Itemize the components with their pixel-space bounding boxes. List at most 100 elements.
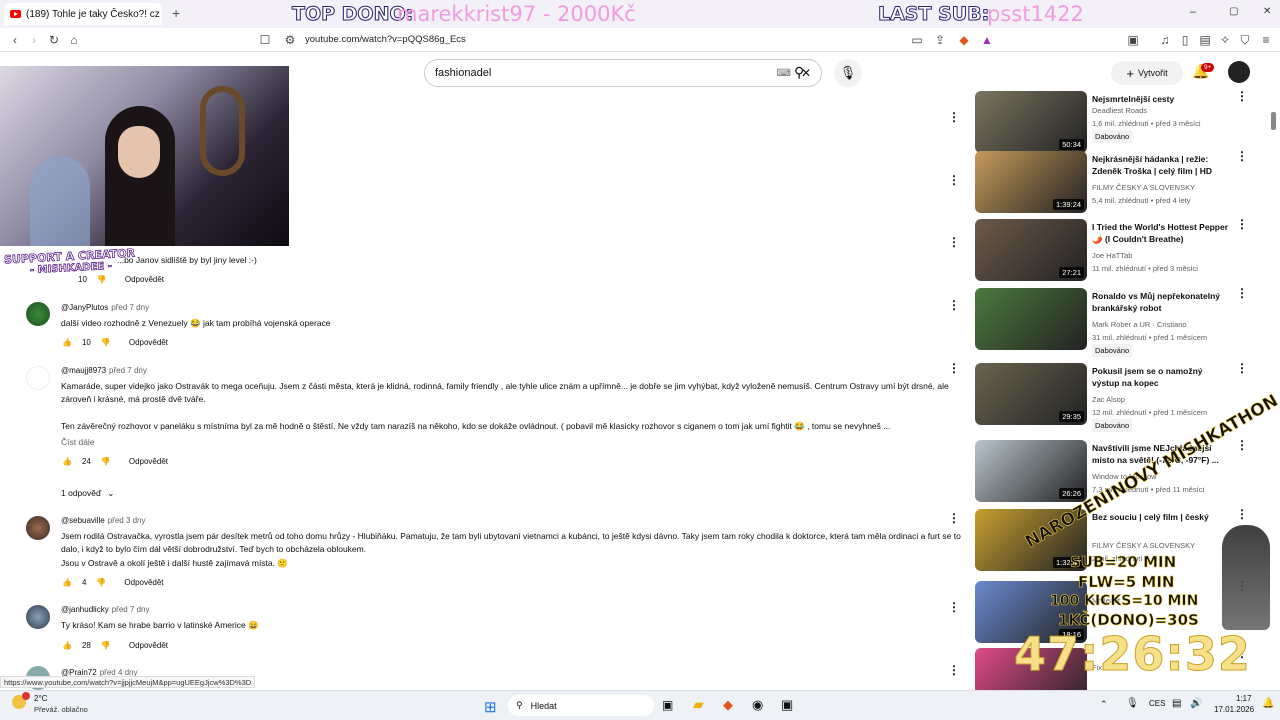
task-view-icon[interactable]: ▣ xyxy=(662,698,673,712)
comment-menu-icon[interactable]: ⋮ xyxy=(948,664,960,676)
video-thumbnail[interactable]: 26:26 xyxy=(975,440,1087,502)
comment-menu-icon[interactable]: ⋮ xyxy=(948,601,960,613)
video-title[interactable]: I Tried the World's Hottest Pepper 🌶️ (I… xyxy=(1092,221,1228,245)
video-menu-icon[interactable]: ⋮ xyxy=(1236,218,1248,230)
search-icon[interactable]: ⚲ xyxy=(794,64,804,81)
minimize-button[interactable]: – xyxy=(1190,6,1196,18)
video-thumbnail[interactable]: 29:35 xyxy=(975,363,1087,425)
comment-text-paragraph: Jsou v Ostravě a okolí ještě i další hus… xyxy=(61,558,288,568)
video-channel[interactable]: Joe HaTTab xyxy=(1092,249,1232,262)
video-thumbnail[interactable] xyxy=(975,288,1087,350)
file-explorer-icon[interactable]: ▰ xyxy=(693,696,704,713)
home-icon[interactable]: ⌂ xyxy=(67,33,81,47)
comment-author[interactable]: @JanyPlutos před 7 dny xyxy=(61,303,149,312)
leo-ai-icon[interactable]: ✧ xyxy=(1218,33,1232,47)
like-icon[interactable]: 👍 xyxy=(62,578,72,587)
volume-icon[interactable]: 🔊 xyxy=(1190,698,1202,709)
comment-menu-icon[interactable]: ⋮ xyxy=(948,512,960,524)
account-avatar[interactable] xyxy=(1228,61,1250,83)
comment-menu-icon[interactable]: ⋮ xyxy=(948,111,960,123)
avatar[interactable] xyxy=(26,516,50,540)
dislike-icon[interactable]: 👎 xyxy=(101,641,111,650)
video-title[interactable]: Nejkrásnější hádanka | režie: Zdeněk Tro… xyxy=(1092,153,1228,177)
reload-icon[interactable]: ↻ xyxy=(47,33,61,47)
video-channel[interactable]: FILMY ČESKY A SLOVENSKY xyxy=(1092,181,1232,194)
clock-date[interactable]: 17.01.2026 xyxy=(1214,705,1254,714)
reply-button[interactable]: Odpovědět xyxy=(129,457,168,466)
comment-menu-icon[interactable]: ⋮ xyxy=(948,299,960,311)
dislike-icon[interactable]: 👎 xyxy=(101,338,111,347)
scrollbar-thumb[interactable] xyxy=(1271,112,1276,130)
clock-time[interactable]: 1:17 xyxy=(1236,694,1252,703)
replies-toggle[interactable]: 1 odpověď ⌄ xyxy=(61,488,114,499)
video-channel[interactable]: Deadliest Roads xyxy=(1092,104,1232,117)
start-icon[interactable]: ⊞ xyxy=(484,698,497,716)
read-more-link[interactable]: Číst dále xyxy=(61,436,95,449)
video-thumbnail[interactable]: 27:21 xyxy=(975,219,1087,281)
comment-author[interactable]: @sebuaville před 3 dny xyxy=(61,516,146,525)
network-icon[interactable]: ▤ xyxy=(1172,698,1181,709)
video-channel[interactable]: Zac Alsop xyxy=(1092,393,1232,406)
reply-button[interactable]: Odpovědět xyxy=(129,338,168,347)
comment-menu-icon[interactable]: ⋮ xyxy=(948,174,960,186)
video-menu-icon[interactable]: ⋮ xyxy=(1236,439,1248,451)
menu-icon[interactable]: ≡ xyxy=(1259,33,1273,47)
like-icon[interactable]: 👍 xyxy=(62,641,72,650)
create-button[interactable]: + Vytvořit xyxy=(1111,61,1183,85)
reply-button[interactable]: Odpovědět xyxy=(129,641,168,650)
bookmark-icon[interactable]: ☐ xyxy=(258,33,272,47)
comment-author[interactable]: @maujj8973 před 7 dny xyxy=(61,366,147,375)
video-thumbnail[interactable]: 1:39:24 xyxy=(975,151,1087,213)
video-title[interactable]: Ronaldo vs Můj nepřekonatelný brankářský… xyxy=(1092,290,1228,314)
app-icon[interactable]: ▣ xyxy=(781,697,793,713)
video-menu-icon[interactable]: ⋮ xyxy=(1236,362,1248,374)
browser-tab[interactable]: (189) Tohle je taky Česko?! cz - Y ✕ xyxy=(4,3,162,25)
dislike-icon[interactable]: 👎 xyxy=(101,457,111,466)
avatar[interactable] xyxy=(26,605,50,629)
notification-center-icon[interactable]: 🔔 xyxy=(1262,698,1274,709)
keyboard-icon[interactable]: ⌨ xyxy=(777,68,791,79)
video-thumbnail[interactable]: 50:34 xyxy=(975,91,1087,153)
microphone-icon[interactable]: 🎙 xyxy=(1126,698,1139,709)
voice-search-icon[interactable]: 🎙 xyxy=(834,59,862,87)
comment-actions: 👍 10 👎 Odpovědět xyxy=(62,338,168,347)
wallet-icon[interactable]: ▤ xyxy=(1198,33,1212,47)
cast-icon[interactable]: ▭ xyxy=(910,33,924,47)
forward-icon[interactable]: › xyxy=(27,33,41,47)
reader-icon[interactable]: ▯ xyxy=(1178,33,1192,47)
like-icon[interactable]: 👍 xyxy=(62,457,72,466)
dislike-icon[interactable]: 👎 xyxy=(97,275,107,284)
brave-browser-icon[interactable]: ◆ xyxy=(723,697,733,713)
dislike-icon[interactable]: 👎 xyxy=(96,578,106,587)
music-icon[interactable]: ♫ xyxy=(1158,33,1172,47)
search-input[interactable]: fashionadel ⌨ ✕ xyxy=(424,59,822,87)
maximize-button[interactable]: ▢ xyxy=(1229,6,1238,17)
language-indicator[interactable]: CES xyxy=(1149,699,1165,708)
video-title[interactable]: Pokusil jsem se o namožný výstup na kope… xyxy=(1092,365,1228,389)
tray-chevron-icon[interactable]: ⌃ xyxy=(1100,699,1108,710)
brave-shield-icon[interactable]: ◆ xyxy=(957,33,971,47)
brave-rewards-icon[interactable]: ▲ xyxy=(980,33,994,47)
address-bar[interactable]: youtube.com/watch?v=pQQS86g_Ecs xyxy=(305,34,466,45)
reply-button[interactable]: Odpovědět xyxy=(124,578,163,587)
site-info-icon[interactable]: ⚙ xyxy=(283,33,297,47)
comment-menu-icon[interactable]: ⋮ xyxy=(948,362,960,374)
close-window-button[interactable]: ✕ xyxy=(1263,6,1271,17)
vpn-icon[interactable]: ⛉ xyxy=(1238,33,1252,47)
obs-icon[interactable]: ◉ xyxy=(752,697,763,713)
like-icon[interactable]: 👍 xyxy=(62,338,72,347)
back-icon[interactable]: ‹ xyxy=(8,33,22,47)
avatar[interactable] xyxy=(26,302,50,326)
taskbar-search[interactable]: ⚲ Hledat xyxy=(508,695,654,716)
sidebar-icon[interactable]: ▣ xyxy=(1126,33,1140,47)
comment-menu-icon[interactable]: ⋮ xyxy=(948,236,960,248)
share-icon[interactable]: ⇪ xyxy=(933,33,947,47)
video-channel[interactable]: Mark Rober a UR · Cristiano xyxy=(1092,318,1232,331)
reply-button[interactable]: Odpovědět xyxy=(125,275,164,284)
avatar[interactable] xyxy=(26,366,50,390)
new-tab-button[interactable]: + xyxy=(172,5,180,21)
video-menu-icon[interactable]: ⋮ xyxy=(1236,150,1248,162)
comment-author[interactable]: @janhudlicky před 7 dny xyxy=(61,605,150,614)
video-menu-icon[interactable]: ⋮ xyxy=(1236,287,1248,299)
video-menu-icon[interactable]: ⋮ xyxy=(1236,90,1248,102)
